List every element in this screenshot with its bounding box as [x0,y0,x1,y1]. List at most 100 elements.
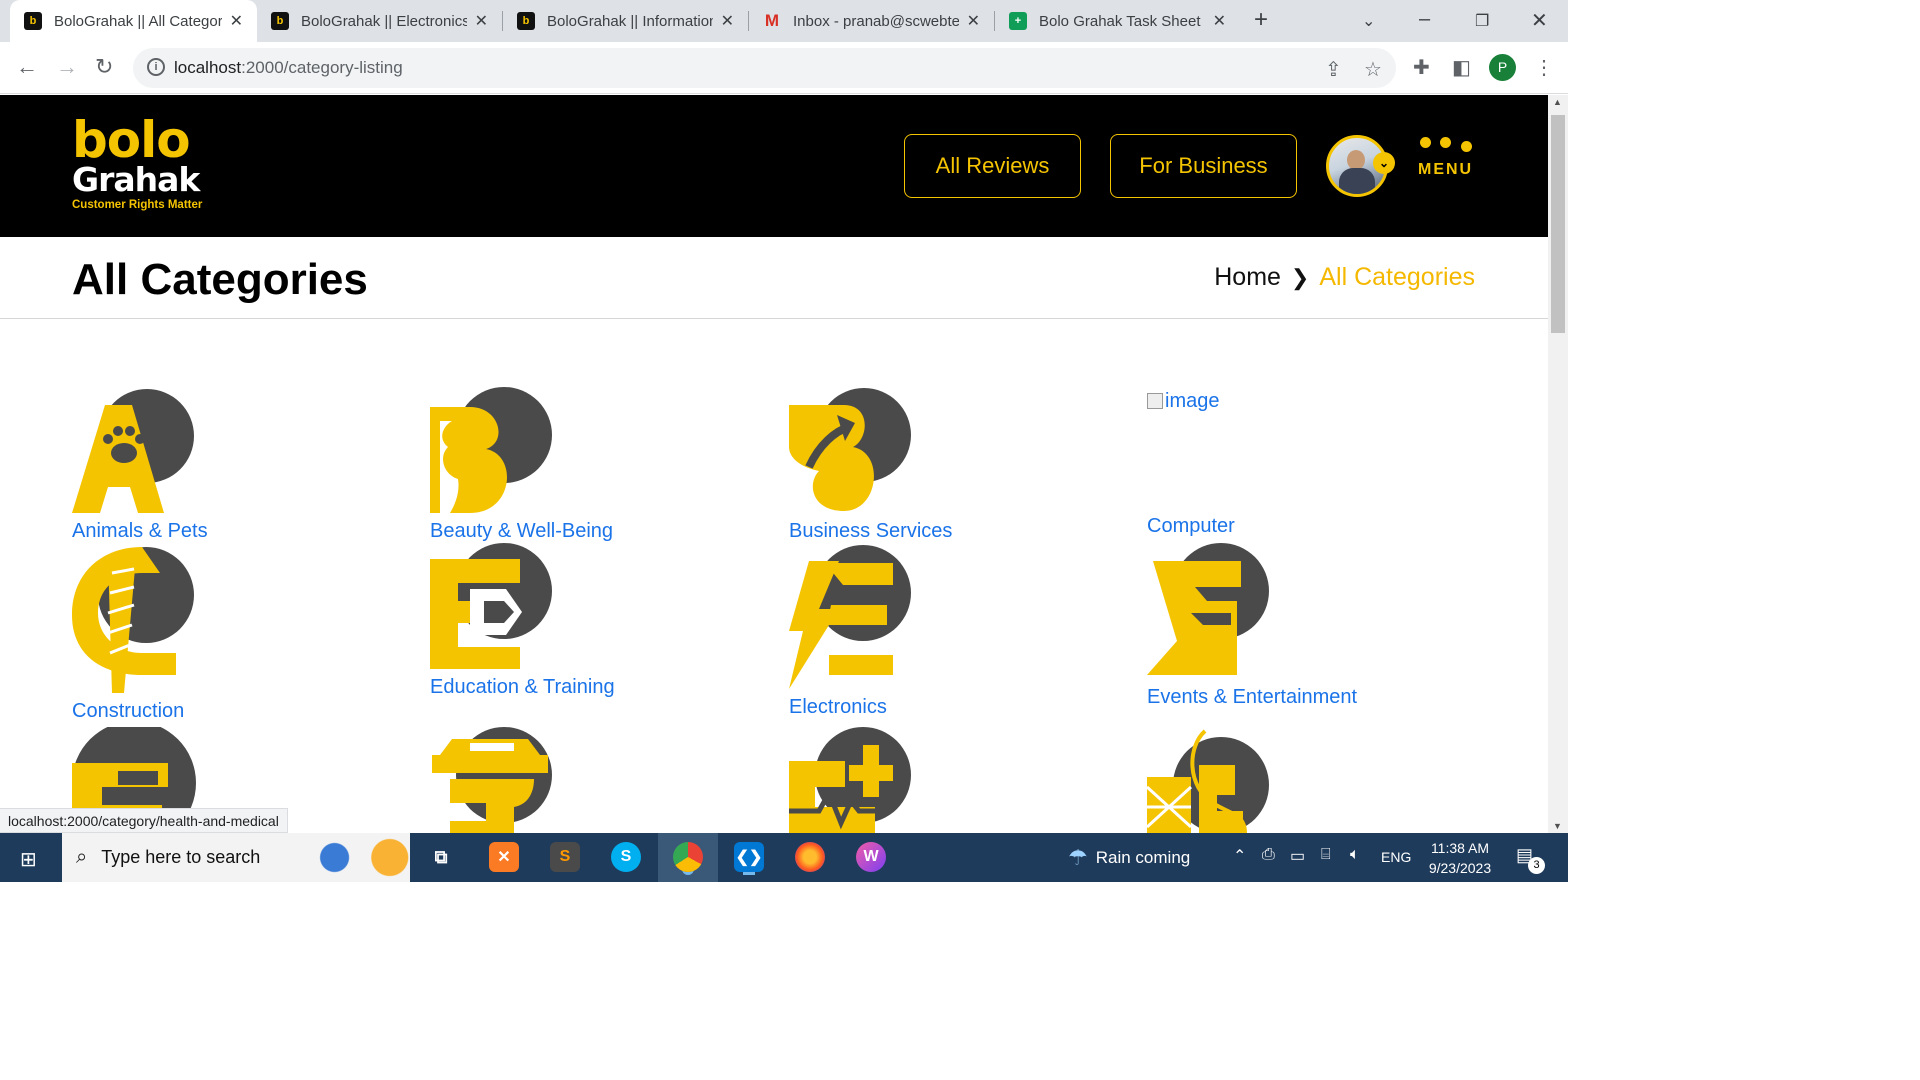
broken-image-icon: image [1147,387,1273,513]
site-header: bolo Grahak Customer Rights Matter All R… [0,95,1548,237]
link-status-bar: localhost:2000/category/health-and-medic… [0,808,288,833]
tray-chevron-up-icon[interactable]: ⌃ [1233,846,1246,866]
tab-all-categories[interactable]: b BoloGrahak || All Categories ✕ [10,0,257,42]
category-card-computer[interactable]: image Computer [1147,387,1467,538]
back-arrow-icon[interactable]: ← [16,54,38,80]
share-icon[interactable]: ⇪ [1325,57,1342,82]
home-services-icon [1145,729,1269,833]
reload-icon[interactable]: ↻ [95,54,113,80]
category-card-education-training[interactable]: Education & Training [430,543,750,699]
category-label[interactable]: Construction [72,700,392,723]
logo-text-bolo: bolo [72,111,191,169]
page-scrollbar[interactable]: ▲ ▼ [1548,95,1568,833]
category-card-business-services[interactable]: Business Services [789,387,1109,543]
battery-icon[interactable]: ▭ [1290,846,1305,866]
network-icon[interactable]: ⌸ [1321,846,1331,864]
logo-text-grahak: Grahak [72,160,200,199]
close-tab-icon[interactable]: ✕ [721,11,734,31]
category-card-events-entertainment[interactable]: Events & Entertainment [1147,543,1467,709]
firefox-icon[interactable] [795,842,825,872]
for-business-button[interactable]: For Business [1110,134,1297,198]
chat-letter-e-icon [1147,543,1269,675]
tab-title: BoloGrahak || Electronics [301,12,467,30]
search-icon: ⌕ [76,846,88,868]
language-indicator[interactable]: ENG [1381,849,1411,865]
page-viewport: bolo Grahak Customer Rights Matter All R… [0,95,1548,833]
category-label[interactable]: Beauty & Well-Being [430,520,750,543]
category-card-home-services[interactable] [1145,727,1467,833]
profile-avatar[interactable]: P [1489,54,1516,81]
category-label[interactable]: Electronics [789,696,1109,719]
breadcrumb-home-link[interactable]: Home [1214,263,1281,292]
chevron-right-icon: ❯ [1290,264,1310,290]
breadcrumb: Home ❯ All Categories [1214,263,1475,292]
browser-menu-icon[interactable]: ⋮ [1534,55,1554,80]
clock-time: 11:38 AM [1430,840,1490,856]
menu-label: MENU [1418,161,1474,178]
vscode-icon[interactable]: ❮❯ [734,842,764,872]
close-tab-icon[interactable]: ✕ [967,11,980,31]
breadcrumb-current: All Categories [1319,263,1475,291]
category-card-construction[interactable]: Construction [72,543,392,723]
restore-icon[interactable]: ❐ [1475,11,1489,31]
chrome-icon[interactable] [673,842,703,872]
category-card-animals-pets[interactable]: Animals & Pets [72,387,392,543]
scrollbar-thumb[interactable] [1551,115,1565,333]
bolograhak-favicon-icon: b [517,12,535,30]
notification-count-badge: 3 [1528,857,1545,874]
scroll-down-arrow-icon[interactable]: ▼ [1553,821,1562,831]
site-logo[interactable]: bolo Grahak Customer Rights Matter [72,111,212,217]
extensions-puzzle-icon[interactable]: ✚ [1413,55,1430,80]
category-label[interactable]: Business Services [789,520,1109,543]
wps-office-icon[interactable]: W [856,842,886,872]
chevron-down-icon[interactable]: ⌄ [1373,152,1395,174]
pen-letter-e-icon [430,543,552,671]
scroll-up-arrow-icon[interactable]: ▲ [1553,97,1562,107]
tab-gmail-inbox[interactable]: M Inbox - pranab@scwebtech ✕ [749,0,994,42]
taskbar-clock[interactable]: 11:38 AM 9/23/2023 [1418,838,1502,878]
close-tab-icon[interactable]: ✕ [475,11,488,31]
skype-icon[interactable]: S [611,842,641,872]
category-label[interactable]: Computer [1147,515,1467,538]
volume-icon[interactable]: 🔈︎ [1350,846,1360,864]
all-reviews-button[interactable]: All Reviews [904,134,1081,198]
windows-start-icon[interactable]: ⊞ [20,847,37,872]
taskbar-search-box[interactable]: ⌕ Type here to search [62,833,410,882]
menu-button[interactable]: MENU [1418,135,1478,191]
tab-task-sheet[interactable]: + Bolo Grahak Task Sheet - Google Sheets… [995,0,1240,42]
weather-text: Rain coming [1095,847,1191,867]
clock-date: 9/23/2023 [1428,860,1492,876]
xampp-icon[interactable]: ✕ [489,842,519,872]
side-panel-icon[interactable]: ◧ [1452,55,1471,80]
browser-tab-strip: b BoloGrahak || All Categories ✕ b BoloG… [0,0,1568,42]
sublime-text-icon[interactable]: S [550,842,580,872]
tab-search-chevron-icon[interactable]: ⌄ [1362,11,1375,31]
category-label[interactable]: Events & Entertainment [1147,686,1467,709]
tab-information[interactable]: b BoloGrahak || Information ✕ [503,0,748,42]
category-card-health-and-medical[interactable] [789,727,1109,833]
forward-arrow-icon[interactable]: → [56,54,78,80]
new-tab-icon[interactable]: + [1254,6,1268,34]
category-card-electronics[interactable]: Electronics [789,543,1109,719]
close-tab-icon[interactable]: ✕ [230,11,243,31]
tab-electronics[interactable]: b BoloGrahak || Electronics ✕ [257,0,502,42]
category-card-government[interactable] [430,727,750,833]
tab-title: Bolo Grahak Task Sheet - Google Sheets [1039,12,1205,30]
minimize-icon[interactable]: – [1419,8,1430,31]
task-view-icon[interactable]: ⧉ [426,842,456,872]
notification-center-icon[interactable]: ▤ 3 [1516,845,1545,874]
weather-widget[interactable]: ☂ Rain coming [1068,833,1190,882]
search-highlight-image [318,833,410,882]
bolograhak-favicon-icon: b [271,12,289,30]
close-window-icon[interactable]: ✕ [1531,8,1548,33]
url-text[interactable]: localhost:2000/category-listing [174,58,403,78]
meet-now-icon[interactable]: ⎙ [1262,846,1275,864]
category-card-beauty-well-being[interactable]: Beauty & Well-Being [430,387,750,543]
face-letter-b-icon [430,387,552,513]
category-label[interactable]: Education & Training [430,676,750,699]
close-tab-icon[interactable]: ✕ [1213,11,1226,31]
site-info-icon[interactable]: i [147,58,165,76]
address-bar[interactable]: i localhost:2000/category-listing ⇪ ☆ [133,48,1396,88]
bookmark-star-icon[interactable]: ☆ [1364,57,1382,82]
category-label[interactable]: Animals & Pets [72,520,392,543]
